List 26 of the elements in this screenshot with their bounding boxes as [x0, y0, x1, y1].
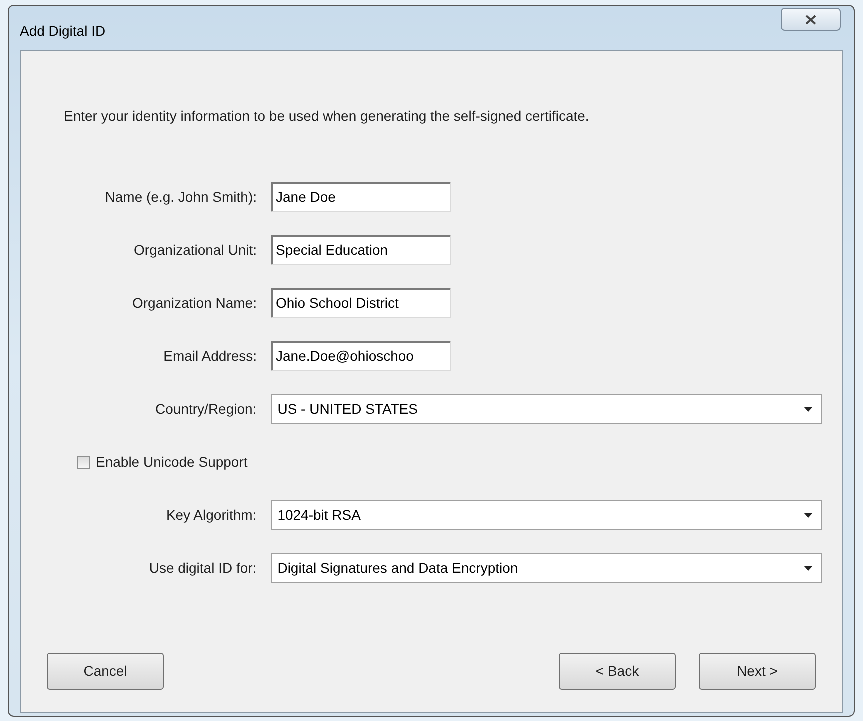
caret-icon — [804, 566, 813, 570]
input-field[interactable]: Jane.Doe@ohioschoo — [271, 341, 451, 371]
input-field[interactable]: Special Education — [271, 235, 451, 265]
dropdown[interactable]: 1024-bit RSA — [270, 500, 822, 530]
cancel-button[interactable]: Cancel — [47, 653, 164, 690]
instruction-text: Enter your identity information to be used when generating the self-signed certificate. — [64, 107, 590, 126]
field-label: Key Algorithm: — [165, 506, 258, 525]
input-field[interactable]: Jane Doe — [271, 182, 451, 212]
checkbox[interactable] — [77, 456, 90, 468]
field-label: Email Address: — [162, 346, 258, 366]
field-label: Country/Region: — [154, 400, 258, 419]
dropdown[interactable]: Digital Signatures and Data Encryption — [270, 553, 822, 583]
close-icon — [805, 14, 817, 24]
input-field[interactable]: Ohio School District — [271, 288, 451, 318]
field-label: Organization Name: — [131, 294, 258, 313]
back-button[interactable]: < Back — [559, 653, 676, 690]
close-button[interactable] — [781, 8, 841, 31]
next-button[interactable]: Next > — [699, 653, 816, 690]
caret-icon — [804, 512, 813, 518]
field-label: Use digital ID for: — [148, 558, 258, 578]
field-label: Name (e.g. John Smith): — [104, 188, 258, 207]
window-title: Add Digital ID — [20, 22, 106, 41]
caret-icon — [804, 406, 813, 412]
dropdown[interactable]: US - UNITED STATES — [270, 394, 822, 424]
field-label: Organizational Unit: — [133, 240, 258, 260]
checkbox-label: Enable Unicode Support — [96, 452, 248, 472]
